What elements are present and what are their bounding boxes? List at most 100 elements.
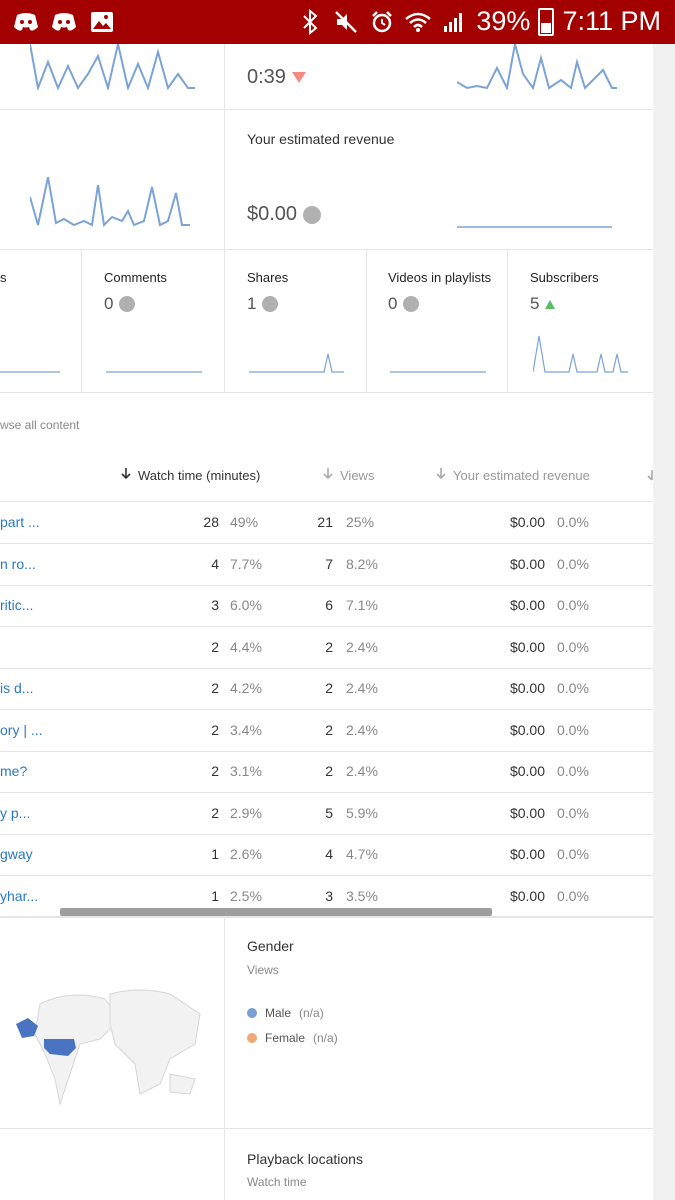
revenue-sparkline [457, 226, 612, 228]
discord-icon [12, 8, 40, 36]
video-title-link[interactable]: y p... [0, 805, 30, 821]
comments-card-title: Comments [104, 270, 167, 285]
gender-subtitle: Views [247, 963, 279, 977]
avg-view-duration-metric: 0:39 [247, 66, 306, 89]
watch-time-value: 1 [211, 887, 219, 904]
shares-value: 1 [247, 294, 257, 313]
battery-percent: 39% [476, 6, 531, 36]
divider [0, 109, 653, 110]
column-header-label: Views [340, 467, 375, 483]
views-value: 7 [325, 555, 333, 572]
views-value: 5 [325, 804, 333, 821]
revenue-card-title: Your estimated revenue [247, 131, 395, 147]
video-title-link[interactable]: part ... [0, 514, 40, 530]
views-percent: 2.4% [346, 721, 378, 738]
table-row[interactable]: n ro... 4 7.7% 7 8.2% $0.00 0.0% [0, 544, 653, 586]
divider [0, 1128, 653, 1129]
revenue-percent: 0.0% [557, 887, 589, 904]
male-label: Male [265, 1006, 292, 1020]
revenue-value: $0.00 [509, 721, 545, 738]
neutral-dot-icon [403, 296, 420, 312]
watch-time-value: 2 [211, 804, 219, 821]
views-percent: 25% [346, 514, 375, 530]
vertical-scrollbar-track[interactable] [653, 44, 675, 1200]
alarm-icon [368, 8, 396, 36]
revenue-value: $0.00 [509, 514, 545, 530]
views-sparkline [30, 44, 195, 90]
watch-time-percent: 3.4% [230, 721, 262, 738]
watch-time-value: 2 [211, 763, 219, 779]
column-header-views[interactable]: Views [322, 467, 374, 483]
video-title-link[interactable]: ory | ... [0, 722, 43, 738]
column-header-watch-time[interactable]: Watch time (minutes) [120, 467, 260, 483]
revenue-percent: 0.0% [557, 846, 589, 862]
legend-female: Female (n/a) [247, 1031, 338, 1045]
watch-time-value: 28 [203, 514, 219, 530]
table-row[interactable]: ory | ... 2 3.4% 2 2.4% $0.00 0.0% [0, 710, 653, 752]
neutral-dot-icon [262, 296, 279, 312]
revenue-value: $0.00 [509, 887, 545, 904]
gender-title: Gender [247, 938, 294, 954]
playlists-card-title: Videos in playlists [388, 270, 492, 285]
watch-time-value: 2 [211, 721, 219, 738]
divider [224, 916, 225, 1200]
notification-icons [12, 8, 116, 36]
revenue-value: $0.00 [247, 203, 298, 225]
playback-locations-title: Playback locations [247, 1151, 363, 1167]
views-percent: 2.4% [346, 638, 378, 655]
divider [0, 392, 653, 393]
table-row[interactable]: is d... 2 4.2% 2 2.4% $0.00 0.0% [0, 668, 653, 710]
analytics-content: 0:39 Your estimated revenue $0.00 s Comm… [0, 44, 653, 1200]
sort-arrow-down-icon [435, 467, 447, 483]
table-row[interactable]: ritic... 3 6.0% 6 7.1% $0.00 0.0% [0, 585, 653, 627]
browse-all-content-link[interactable]: wse all content [0, 418, 79, 432]
divider [224, 249, 225, 392]
comments-metric: 0 [104, 294, 136, 314]
trend-up-icon [545, 299, 556, 309]
horizontal-scrollbar[interactable] [60, 908, 492, 916]
comments-value: 0 [104, 294, 114, 313]
watch-time-percent: 2.9% [230, 804, 262, 821]
likes-sparkline [0, 371, 60, 373]
video-title-link[interactable]: is d... [0, 680, 33, 696]
shares-card-title: Shares [247, 270, 289, 285]
trend-down-icon [291, 72, 306, 83]
divider [81, 249, 82, 392]
revenue-value: $0.00 [509, 555, 545, 572]
views-percent: 2.4% [346, 763, 378, 779]
sort-arrow-down-icon [646, 469, 653, 487]
views-value: 21 [317, 514, 333, 530]
revenue-percent: 0.0% [557, 597, 589, 613]
subscribers-card-title: Subscribers [530, 270, 599, 285]
neutral-dot-icon [119, 296, 136, 312]
subscribers-value: 5 [530, 294, 540, 313]
table-row[interactable]: 2 4.4% 2 2.4% $0.00 0.0% [0, 627, 653, 669]
views-value: 4 [325, 846, 333, 862]
discord-icon [50, 8, 78, 36]
divider [507, 249, 508, 392]
views-percent: 4.7% [346, 846, 378, 862]
revenue-percent: 0.0% [557, 638, 589, 655]
video-title-link[interactable]: n ro... [0, 556, 36, 572]
table-row[interactable]: gway 1 2.6% 4 4.7% $0.00 0.0% [0, 834, 653, 876]
video-title-link[interactable]: gway [0, 846, 33, 862]
video-title-link[interactable]: ritic... [0, 597, 33, 613]
shares-sparkline [249, 353, 344, 373]
table-row[interactable]: y p... 2 2.9% 5 5.9% $0.00 0.0% [0, 793, 653, 835]
shares-metric: 1 [247, 294, 279, 314]
table-row[interactable]: part ... 28 49% 21 25% $0.00 0.0% [0, 502, 653, 544]
revenue-percent: 0.0% [557, 763, 589, 779]
views-percent: 2.4% [346, 680, 378, 696]
avg-view-duration-value: 0:39 [247, 66, 286, 88]
watchtime-sparkline [30, 177, 190, 228]
male-value: (n/a) [299, 1006, 324, 1020]
table-row[interactable]: me? 2 3.1% 2 2.4% $0.00 0.0% [0, 751, 653, 793]
watch-time-percent: 2.5% [230, 887, 262, 904]
column-header-revenue[interactable]: Your estimated revenue [435, 467, 590, 483]
revenue-percent: 0.0% [557, 721, 589, 738]
views-percent: 3.5% [346, 887, 378, 904]
clock-time: 7:11 PM [562, 6, 661, 36]
video-title-link[interactable]: me? [0, 763, 27, 779]
video-title-link[interactable]: yhar... [0, 888, 38, 904]
views-value: 6 [325, 597, 333, 613]
